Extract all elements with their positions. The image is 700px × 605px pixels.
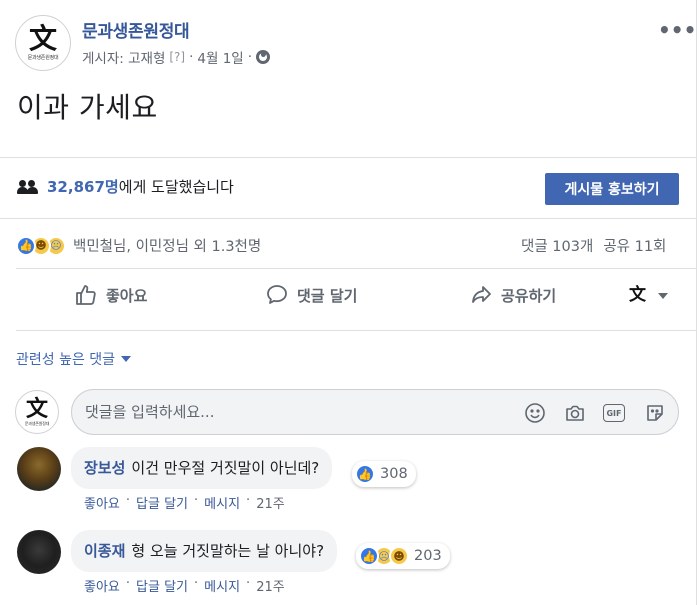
comment-reaction-badge[interactable]: 👍 308 [352,461,416,487]
chevron-down-icon [121,356,132,362]
post-card: 文 문과생존원정대 문과생존원정대 게시자: 고재형 [?] · 4월 1일 ·… [0,0,697,605]
comment-reaction-count: 203 [414,548,442,564]
like-reaction-icon: 👍 [355,464,375,484]
reaction-names[interactable]: 백민철님, 이민정님 외 1.3천명 [73,235,261,256]
comment-button[interactable]: 댓글 달기 [265,283,357,307]
divider [16,330,696,331]
action-bar: 좋아요 댓글 달기 공유하기 文 [0,283,697,323]
comment-like-link[interactable]: 좋아요 [84,576,120,595]
like-reaction-icon: 👍 [16,235,36,256]
comment-bubble: 장보성 이건 만우절 거짓말이 아닌데? [71,447,333,489]
comment-reply-link[interactable]: 답글 달기 [136,493,188,512]
comment-message-link[interactable]: 메시지 [204,576,240,595]
author-line[interactable]: 게시자: 고재형 [82,47,165,67]
comment-like-link[interactable]: 좋아요 [84,493,120,512]
page-avatar-glyph: 文 [28,22,57,55]
dot-separator: · [125,493,131,508]
share-label: 공유하기 [501,286,557,305]
comment-reaction-count: 308 [380,466,408,482]
more-options-icon[interactable]: ••• [658,18,696,42]
divider [0,157,697,158]
share-arrow-icon [472,286,491,303]
comment-avatar[interactable] [17,530,61,574]
comment-age[interactable]: 21주 [256,576,285,595]
comment-input[interactable] [85,401,485,423]
comment-author-link[interactable]: 이종재 [84,542,125,560]
divider [0,218,697,219]
comment-bubble-icon [267,285,287,304]
dot-separator: · [194,576,199,591]
share-button[interactable]: 공유하기 [469,283,556,307]
post-date-link[interactable]: 4월 1일 [197,47,243,67]
commenter-avatar-glyph: 文 [25,395,48,422]
comment-actions: 좋아요 · 답글 달기 · 메시지 · 21주 [84,576,285,595]
post-meta: 게시자: 고재형 [?] · 4월 1일 · [82,47,271,67]
comment-composer: GIF [71,389,679,435]
commenter-avatar-caption: 문과생존원정대 [24,420,50,426]
reach-text: 에게 도달했습니다 [118,178,234,196]
sort-label: 관련성 높은 댓글 [16,352,116,368]
boost-post-button[interactable]: 게시물 홍보하기 [545,173,679,205]
comment-label: 댓글 달기 [297,286,358,305]
meta-separator: · [189,49,194,65]
post-as-selector[interactable]: 文 [629,287,668,304]
post-text: 이과 가세요 [17,91,158,124]
commenter-avatar[interactable]: 文 문과생존원정대 [15,390,59,434]
comment-sort-dropdown[interactable]: 관련성 높은 댓글 [16,349,132,369]
page-mini-avatar: 文 [629,285,646,305]
comment-bubble: 이종재 형 오늘 거짓말하는 날 아니야? [71,530,338,572]
comment-reaction-badge[interactable]: 👍 ☹ ☻ 203 [356,543,450,569]
meta-separator: · [247,49,253,65]
page-avatar-caption: 문과생존원정대 [27,55,59,61]
camera-icon[interactable] [564,402,586,424]
globe-icon[interactable] [256,50,271,64]
share-count-link[interactable]: 공유 11회 [603,235,666,256]
page-name-link[interactable]: 문과생존원정대 [82,17,190,42]
chevron-down-icon [658,292,668,299]
emoji-icon[interactable] [524,402,546,424]
comment-text: 이건 만우절 거짓말이 아닌데? [131,459,320,477]
page-avatar[interactable]: 文 문과생존원정대 [15,15,71,71]
sticker-icon[interactable] [644,402,666,424]
reach-count-link[interactable]: 32,867명 [47,178,119,196]
dot-separator: · [246,576,251,591]
people-icon [17,179,39,194]
divider [16,268,696,269]
reactions-summary[interactable]: 👍 ☻ ☹ 백민철님, 이민정님 외 1.3천명 [16,235,261,256]
comment-avatar[interactable] [17,447,61,491]
dot-separator: · [125,576,131,591]
reach-row: 32,867명에게 도달했습니다 [17,176,234,197]
thumbs-up-icon [76,285,96,305]
author-help-link[interactable]: [?] [169,50,185,64]
comment-author-link[interactable]: 장보성 [84,459,125,477]
gif-icon[interactable]: GIF [603,404,625,422]
dot-separator: · [246,493,251,508]
like-reaction-icon: 👍 [359,546,379,566]
comment-reply-link[interactable]: 답글 달기 [136,576,188,595]
comment-count-link[interactable]: 댓글 103개 [521,235,593,256]
like-label: 좋아요 [106,286,148,305]
comment-actions: 좋아요 · 답글 달기 · 메시지 · 21주 [84,493,285,512]
comment-age[interactable]: 21주 [256,493,285,512]
like-button[interactable]: 좋아요 [74,283,147,307]
dot-separator: · [194,493,199,508]
haha-reaction-icon: ☻ [389,546,409,566]
engagement-counts: 댓글 103개 공유 11회 [521,235,666,256]
comment-message-link[interactable]: 메시지 [204,493,240,512]
comment-text: 형 오늘 거짓말하는 날 아니야? [131,542,325,560]
